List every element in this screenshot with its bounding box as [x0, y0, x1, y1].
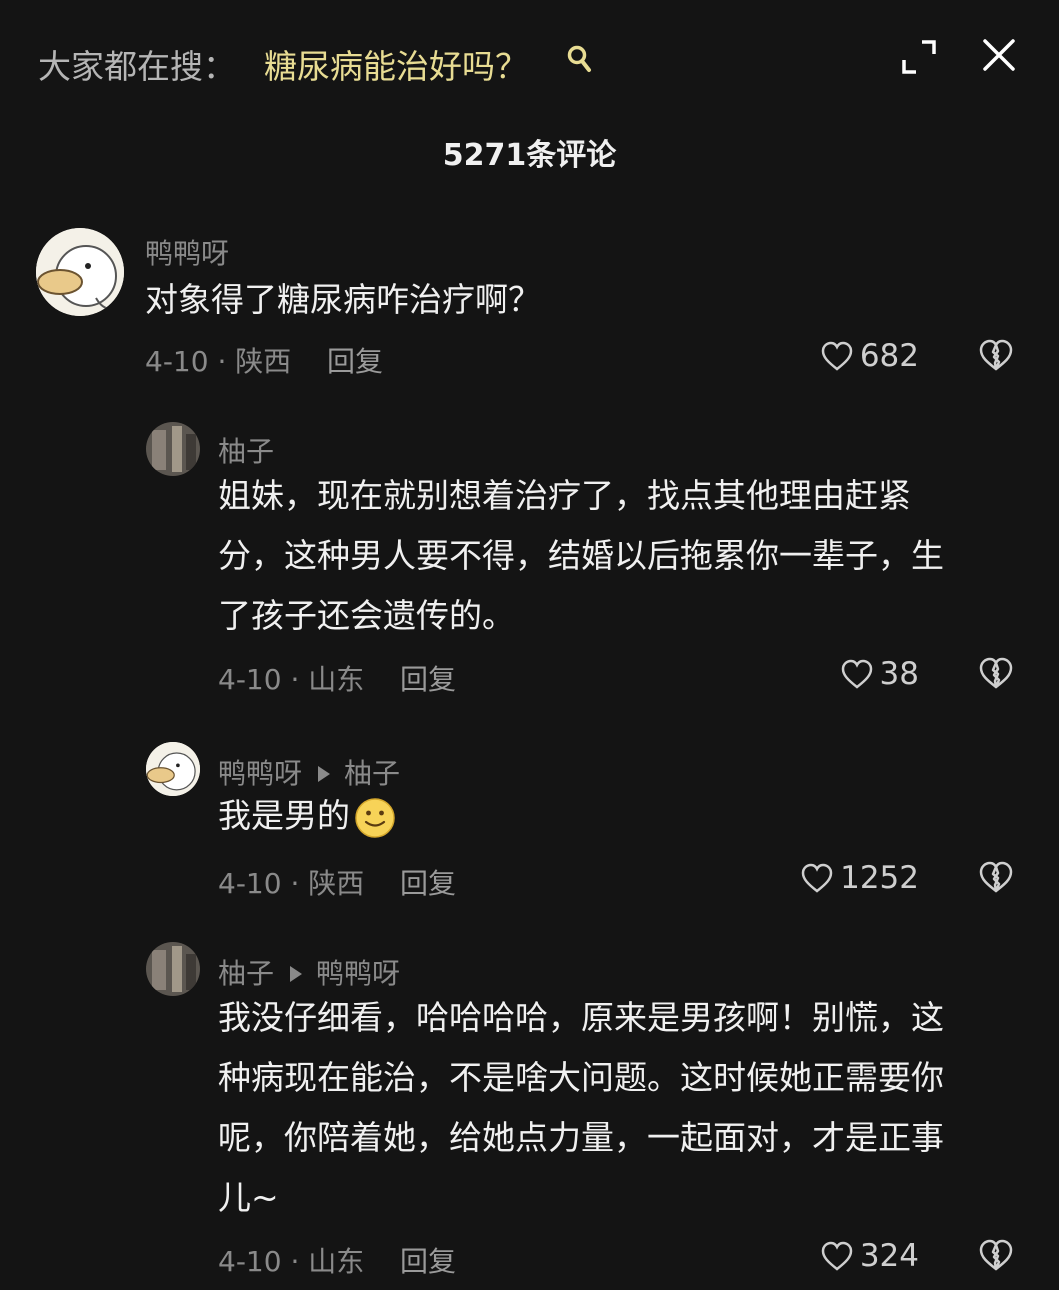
comment-author[interactable]: 鸭鸭呀 [145, 232, 229, 272]
comment-meta: 4-10 · 陕西 [218, 867, 365, 900]
heart-icon [821, 341, 853, 371]
photo-avatar-icon [146, 422, 200, 476]
reply-item: 柚子 姐妹，现在就别想着治疗了，找点其他理由赶紧分，这种男人要不得，结婚以后拖累… [0, 418, 1059, 708]
comment-meta: 4-10 · 陕西 [145, 345, 292, 378]
comment-count-title: 5271条评论 [442, 138, 617, 173]
comment-text: 我没仔细看，哈哈哈哈，原来是男孩啊！别慌，这种病现在能治，不是啥大问题。这时候她… [218, 998, 944, 1217]
avatar[interactable] [146, 942, 200, 996]
author-name[interactable]: 鸭鸭呀 [145, 237, 229, 270]
search-query-link[interactable]: 糖尿病能治好吗？ [264, 40, 528, 88]
reply-button[interactable]: 回复 [327, 340, 383, 380]
avatar[interactable] [146, 742, 200, 796]
reply-button[interactable]: 回复 [400, 1240, 456, 1280]
broken-heart-icon[interactable] [978, 860, 1014, 894]
smile-emoji-icon [355, 797, 395, 838]
search-icon[interactable] [566, 44, 592, 74]
like-count: 38 [879, 656, 919, 692]
heart-icon [841, 659, 872, 689]
like-button[interactable]: 324 [820, 1238, 919, 1274]
comment-meta: 4-10 · 山东 [218, 1245, 365, 1278]
like-button[interactable]: 682 [820, 338, 919, 374]
search-prefix-label: 大家都在搜： [38, 47, 236, 86]
comment-text: 对象得了糖尿病咋治疗啊？ [145, 280, 541, 319]
like-count: 1252 [840, 860, 919, 896]
reply-button[interactable]: 回复 [400, 658, 456, 698]
comment-author[interactable]: 柚子 [218, 430, 274, 470]
author-name[interactable]: 柚子 [218, 957, 274, 990]
broken-heart-icon[interactable] [978, 1238, 1014, 1272]
comment-text: 我是男的 [218, 786, 966, 846]
author-name[interactable]: 柚子 [218, 435, 274, 468]
like-count: 324 [859, 1238, 919, 1274]
heart-icon [821, 1241, 853, 1271]
avatar[interactable] [146, 422, 200, 476]
reply-item: 柚子 鸭鸭呀 我没仔细看，哈哈哈哈，原来是男孩啊！别慌，这种病现在能治，不是啥大问… [0, 940, 1059, 1280]
reply-arrow-icon [290, 966, 303, 982]
like-button[interactable]: 1252 [800, 860, 919, 896]
reply-to-name[interactable]: 鸭鸭呀 [316, 957, 400, 990]
duck-avatar-icon [36, 228, 124, 316]
broken-heart-icon[interactable] [978, 338, 1014, 372]
comment-text: 姐妹，现在就别想着治疗了，找点其他理由赶紧分，这种男人要不得，结婚以后拖累你一辈… [218, 476, 944, 635]
reply-button[interactable]: 回复 [400, 862, 456, 902]
like-button[interactable]: 38 [840, 656, 919, 692]
top-bar: 大家都在搜： 糖尿病能治好吗？ [0, 0, 1059, 120]
comment-item: 鸭鸭呀 对象得了糖尿病咋治疗啊？ 4-10 · 陕西 回复 682 [0, 220, 1059, 390]
avatar[interactable] [36, 228, 124, 316]
broken-heart-icon[interactable] [978, 656, 1014, 690]
duck-avatar-icon [146, 742, 200, 796]
like-count: 682 [859, 338, 919, 374]
expand-icon[interactable] [900, 38, 938, 76]
close-icon[interactable] [980, 36, 1018, 74]
reply-arrow-icon [318, 766, 331, 782]
reply-item: 鸭鸭呀 柚子 我是男的 4-10 · 陕西 回复 1252 [0, 740, 1059, 910]
comment-text-body: 我是男的 [218, 796, 350, 835]
comment-meta: 4-10 · 山东 [218, 663, 365, 696]
photo-avatar-icon [146, 942, 200, 996]
heart-icon [801, 863, 833, 893]
comment-author[interactable]: 柚子 鸭鸭呀 [218, 952, 400, 992]
